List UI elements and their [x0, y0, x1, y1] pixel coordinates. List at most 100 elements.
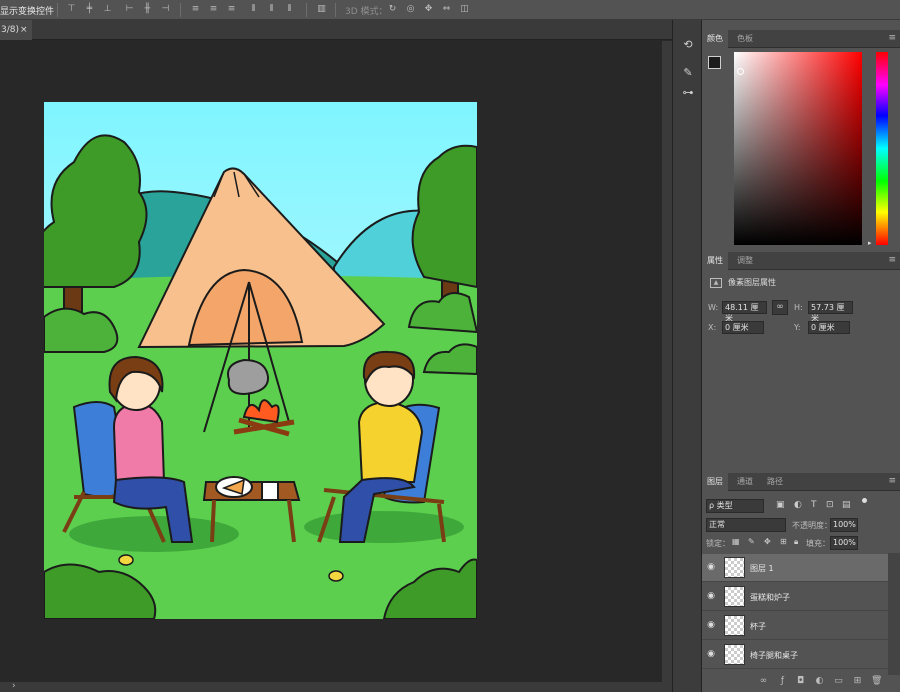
color-field[interactable]: [734, 52, 862, 245]
layer-row[interactable]: ◉ 椅子腿和桌子: [702, 641, 888, 669]
distribute-bottom-icon[interactable]: ≡: [226, 4, 237, 15]
opacity-label: 不透明度：: [792, 521, 832, 530]
fill-field[interactable]: 100%: [830, 536, 858, 550]
right-panels: 颜色 色板 ≡ ▸ 属性 调整 ≡ ▲ 像素图层属性 W: 48.11 厘米 ∞…: [702, 20, 900, 692]
cup: [261, 481, 279, 501]
tab-adjustments[interactable]: 调整: [732, 252, 758, 270]
3d-roll-icon[interactable]: ◎: [405, 4, 416, 15]
document-tab-bar: [0, 20, 672, 40]
delete-layer-icon[interactable]: 🗑︎: [871, 676, 882, 687]
distribute-top-icon[interactable]: ≡: [190, 4, 201, 15]
3d-scale-icon[interactable]: ◫: [459, 4, 470, 15]
layer-row[interactable]: ◉ 蛋糕和炉子: [702, 583, 888, 611]
align-top-icon[interactable]: ⊤: [66, 4, 77, 15]
color-picker-cursor[interactable]: [737, 68, 744, 75]
align-right-icon[interactable]: ⊣: [160, 4, 171, 15]
y-label: Y:: [794, 323, 801, 332]
layers-panel-tabs: 图层 通道 路径 ≡: [702, 473, 900, 491]
tab-paths[interactable]: 路径: [762, 473, 788, 491]
blend-mode-select[interactable]: 正常: [706, 518, 786, 532]
add-mask-icon[interactable]: ◘: [795, 676, 806, 687]
filter-adjustment-icon[interactable]: ◐: [794, 500, 802, 510]
scroll-arrow-icon[interactable]: ›: [12, 681, 16, 691]
horizontal-scrollbar[interactable]: ›: [0, 681, 672, 692]
lock-position-icon[interactable]: ✥: [764, 537, 771, 546]
link-dimensions-button[interactable]: ∞: [772, 300, 788, 315]
close-tab-icon[interactable]: ×: [20, 20, 28, 40]
layer-name: 蛋糕和炉子: [750, 593, 790, 602]
visibility-eye-icon[interactable]: ◉: [706, 649, 716, 659]
3d-rotate-icon[interactable]: ↻: [387, 4, 398, 15]
tab-channels[interactable]: 通道: [732, 473, 758, 491]
layer-filter-select[interactable]: ρ 类型: [706, 499, 764, 513]
artwork-canvas[interactable]: [44, 102, 477, 619]
camping-illustration: [44, 102, 477, 619]
filter-toggle-icon[interactable]: [862, 498, 867, 503]
girl-shirt: [112, 402, 166, 483]
layer-row[interactable]: ◉ 图层 1: [702, 554, 888, 582]
x-label: X:: [708, 323, 717, 332]
distribute-vcenter-icon[interactable]: ≡: [208, 4, 219, 15]
align-bottom-icon[interactable]: ⊥: [102, 4, 113, 15]
link-layers-icon[interactable]: ∞: [758, 676, 769, 687]
panel-menu-icon[interactable]: ≡: [888, 255, 896, 265]
properties-title: 像素图层属性: [728, 278, 776, 287]
layer-style-icon[interactable]: ƒ: [777, 676, 788, 687]
lock-transparent-icon[interactable]: ▦: [732, 537, 740, 546]
fill-label: 填充：: [806, 539, 830, 548]
width-field[interactable]: 48.11 厘米: [722, 301, 767, 323]
filter-shape-icon[interactable]: ⊡: [826, 500, 834, 510]
layer-thumbnail: [724, 615, 745, 636]
3d-pan-icon[interactable]: ✥: [423, 4, 434, 15]
properties-panel-tabs: 属性 调整 ≡: [702, 252, 900, 270]
document-tab[interactable]: 3/8) ×: [0, 20, 32, 40]
x-field[interactable]: 0 厘米: [722, 321, 764, 334]
layers-scrollbar[interactable]: [888, 553, 900, 675]
3d-mode-label: 3D 模式：: [345, 7, 388, 17]
boy-shirt: [357, 400, 424, 483]
hue-slider[interactable]: [876, 52, 888, 245]
3d-slide-icon[interactable]: ⇔: [441, 4, 452, 15]
history-icon[interactable]: ⟲: [681, 38, 695, 52]
visibility-eye-icon[interactable]: ◉: [706, 562, 716, 572]
panel-dock-strip: ⟲ ✎ ⊶: [672, 20, 702, 692]
foreground-color-swatch[interactable]: [708, 56, 721, 69]
flower: [328, 570, 344, 582]
brush-settings-icon[interactable]: ✎: [681, 66, 695, 80]
tab-properties[interactable]: 属性: [702, 252, 728, 270]
tab-layers[interactable]: 图层: [702, 473, 728, 491]
distribute-left-icon[interactable]: ⦀: [248, 4, 259, 15]
height-field[interactable]: 57.73 厘米: [808, 301, 853, 323]
vertical-scrollbar[interactable]: [662, 41, 672, 682]
auto-align-icon[interactable]: ▥: [316, 4, 327, 15]
panel-menu-icon[interactable]: ≡: [888, 33, 896, 43]
distribute-hcenter-icon[interactable]: ⦀: [266, 4, 277, 15]
adjustment-layer-icon[interactable]: ◐: [814, 676, 825, 687]
show-transform-controls-label[interactable]: 显示变换控件: [0, 4, 54, 17]
new-group-icon[interactable]: ▭: [833, 676, 844, 687]
filter-type-icon[interactable]: T: [811, 500, 817, 510]
layer-name: 杯子: [750, 622, 766, 631]
filter-smart-object-icon[interactable]: ▤: [842, 500, 851, 510]
hue-slider-arrow-icon[interactable]: ▸: [868, 239, 872, 247]
lock-artboard-icon[interactable]: ⊞: [780, 537, 787, 546]
adjust-sliders-icon[interactable]: ⊶: [681, 86, 695, 100]
separator: [306, 3, 307, 17]
panel-menu-icon[interactable]: ≡: [888, 476, 896, 486]
filter-pixel-icon[interactable]: ▣: [776, 500, 785, 510]
lock-all-icon[interactable]: 🔒︎: [794, 537, 798, 547]
opacity-field[interactable]: 100%: [830, 518, 858, 532]
distribute-right-icon[interactable]: ⦀: [284, 4, 295, 15]
new-layer-icon[interactable]: ⊞: [852, 676, 863, 687]
y-field[interactable]: 0 厘米: [808, 321, 850, 334]
separator: [335, 3, 336, 17]
align-vcenter-icon[interactable]: ╪: [84, 4, 95, 15]
align-left-icon[interactable]: ⊢: [124, 4, 135, 15]
visibility-eye-icon[interactable]: ◉: [706, 591, 716, 601]
layer-row[interactable]: ◉ 杯子: [702, 612, 888, 640]
tab-color[interactable]: 颜色: [702, 30, 728, 48]
align-hcenter-icon[interactable]: ╫: [142, 4, 153, 15]
visibility-eye-icon[interactable]: ◉: [706, 620, 716, 630]
tab-swatches[interactable]: 色板: [732, 30, 758, 48]
lock-pixels-icon[interactable]: ✎: [748, 537, 755, 546]
